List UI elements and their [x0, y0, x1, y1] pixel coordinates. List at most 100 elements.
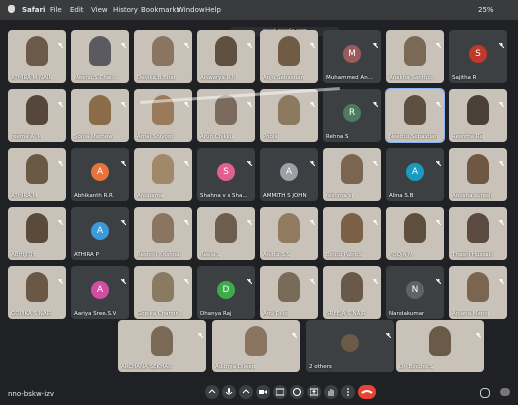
menu-edit[interactable]: Edit — [70, 6, 84, 14]
mic-muted-icon — [372, 151, 379, 167]
participant-tile[interactable]: R Rehna S — [323, 89, 381, 142]
participant-tile[interactable]: Adithya Dileep — [212, 320, 300, 372]
participant-video — [26, 213, 48, 244]
participant-video — [404, 95, 426, 126]
present-button[interactable] — [307, 385, 321, 399]
participant-tile[interactable]: Sonia Mathew — [71, 89, 129, 142]
ctrl-chevron[interactable] — [205, 385, 219, 399]
participant-tile[interactable]: A AMMITH S JOHN — [260, 148, 318, 201]
participant-tile[interactable]: Reshma Raj — [449, 89, 507, 142]
participant-tile[interactable]: ABHIJITH — [8, 207, 66, 260]
mic-muted-icon — [498, 210, 505, 226]
participant-tile[interactable]: A ATHIRA P — [71, 207, 129, 260]
participant-tile[interactable]: Thasni Hussain — [449, 207, 507, 260]
participant-tile[interactable]: Anusha suresh — [449, 148, 507, 201]
camera-button[interactable] — [256, 385, 270, 399]
participant-tile[interactable]: POOJA M — [386, 207, 444, 260]
menu-view[interactable]: View — [91, 6, 108, 14]
participant-tile[interactable]: ATHIRA M NAIR — [8, 30, 66, 83]
info-icon[interactable] — [480, 388, 490, 398]
mic-muted-icon — [183, 151, 190, 167]
participant-tile[interactable]: Aiswarya R.h — [197, 30, 255, 83]
participant-tile[interactable]: Anakha Santho... — [386, 30, 444, 83]
participant-tile[interactable]: Anitta S.S — [260, 207, 318, 260]
participant-video — [152, 272, 174, 303]
participant-avatar: S — [469, 44, 487, 63]
mic-button[interactable] — [222, 385, 236, 399]
participant-tile[interactable]: A Abhikanth R.R — [71, 148, 129, 201]
participant-tile[interactable]: Reela S — [197, 207, 255, 260]
participant-tile[interactable]: ATHIRA.M — [8, 148, 66, 201]
participant-name: AMMITH S JOHN — [263, 193, 307, 199]
participant-grid: ATHIRA M NAIR Meenu S Chan... Devika B Bha… — [8, 30, 513, 360]
menu-safari[interactable]: Safari — [22, 6, 45, 14]
participant-tile[interactable]: reema A. M — [8, 89, 66, 142]
menu-history[interactable]: History — [113, 6, 138, 14]
participant-name: Anju Sebastian — [263, 75, 305, 81]
participant-tile[interactable]: Anu Dilip — [260, 266, 318, 319]
participant-name: Aiswarya R.h — [200, 75, 236, 81]
participant-name: Anjana Manoj — [452, 311, 490, 317]
participant-tile[interactable]: GOPIKA S NAIR — [8, 266, 66, 319]
participant-tile[interactable]: N Nandakumar — [386, 266, 444, 319]
participant-name: Sonia Mathew — [74, 134, 113, 140]
ctrl-chevron-2[interactable] — [239, 385, 253, 399]
mic-muted-icon — [309, 33, 316, 49]
participant-tile[interactable]: S Sajitha R — [449, 30, 507, 83]
mic-muted-icon — [372, 269, 379, 285]
participant-tile[interactable]: Reshmi Krishna — [134, 207, 192, 260]
participant-video — [215, 36, 237, 67]
participant-tile[interactable]: 2 others — [306, 320, 394, 372]
participant-name: Shahna v s Sha... — [200, 193, 248, 199]
apple-icon[interactable] — [8, 5, 15, 13]
participant-tile[interactable]: Anjana Manoj — [449, 266, 507, 319]
participant-name: Devika B Bhat — [137, 75, 176, 81]
participant-tile[interactable]: Anju Sebastian — [260, 30, 318, 83]
participant-video — [404, 213, 426, 244]
participant-video — [152, 154, 174, 185]
mic-muted-icon — [183, 33, 190, 49]
participant-tile[interactable]: Devika B Bhat — [134, 30, 192, 83]
captions-button[interactable] — [273, 385, 287, 399]
participant-name: Meenu S Chan... — [74, 75, 119, 81]
participant-tile[interactable]: D Dhanya Raj — [197, 266, 255, 319]
participant-tile[interactable]: reshma vj — [323, 148, 381, 201]
raise-hand-button[interactable] — [324, 385, 338, 399]
menu-file[interactable]: File — [50, 6, 62, 14]
participant-tile[interactable]: ARCHANA SEKHAR — [118, 320, 206, 372]
participant-tile[interactable]: A Alina S.B — [386, 148, 444, 201]
participant-tile[interactable]: Neethu Sebastian — [385, 88, 445, 143]
participant-name: Anitta S.S — [263, 252, 290, 258]
participant-tile[interactable]: A Aariya Sree.S.V — [71, 266, 129, 319]
menu-help[interactable]: Help — [205, 6, 221, 14]
participant-name: reema A. M — [11, 134, 43, 140]
participant-name: Neethu Sebastian — [389, 134, 438, 140]
participant-tile[interactable]: Gopika Chandr... — [134, 266, 192, 319]
mic-muted-icon — [57, 269, 64, 285]
participant-tile[interactable]: M Muhammed An... — [323, 30, 381, 83]
participant-name: Dhanya Raj — [200, 311, 232, 317]
participant-video — [151, 326, 173, 357]
participant-video — [341, 213, 363, 244]
mic-muted-icon — [498, 151, 505, 167]
people-icon[interactable] — [500, 388, 510, 396]
participant-tile[interactable]: SREEJA S NAIR — [323, 266, 381, 319]
more-button[interactable] — [341, 385, 355, 399]
participant-tile[interactable]: Binitu Patrick — [323, 207, 381, 260]
participant-tile[interactable]: Anupama — [134, 148, 192, 201]
participant-tile[interactable]: Dr. Bindhu S — [396, 320, 484, 372]
participant-video — [278, 36, 300, 67]
participant-tile[interactable]: Pooja — [260, 89, 318, 142]
end-call-button[interactable] — [358, 385, 376, 399]
emoji-button[interactable] — [290, 385, 304, 399]
participant-avatar: A — [91, 162, 109, 181]
mic-muted-icon — [372, 33, 379, 49]
participant-tile[interactable]: S Shahna v s Sha... — [197, 148, 255, 201]
participant-avatar: N — [406, 280, 424, 299]
mic-muted-icon — [120, 269, 127, 285]
participant-tile[interactable]: Meenu S Chan... — [71, 30, 129, 83]
menu-window[interactable]: Window — [177, 6, 205, 14]
participant-avatar: A — [406, 162, 424, 181]
menu-bookmarks[interactable]: Bookmarks — [141, 6, 180, 14]
mic-muted-icon — [372, 210, 379, 226]
